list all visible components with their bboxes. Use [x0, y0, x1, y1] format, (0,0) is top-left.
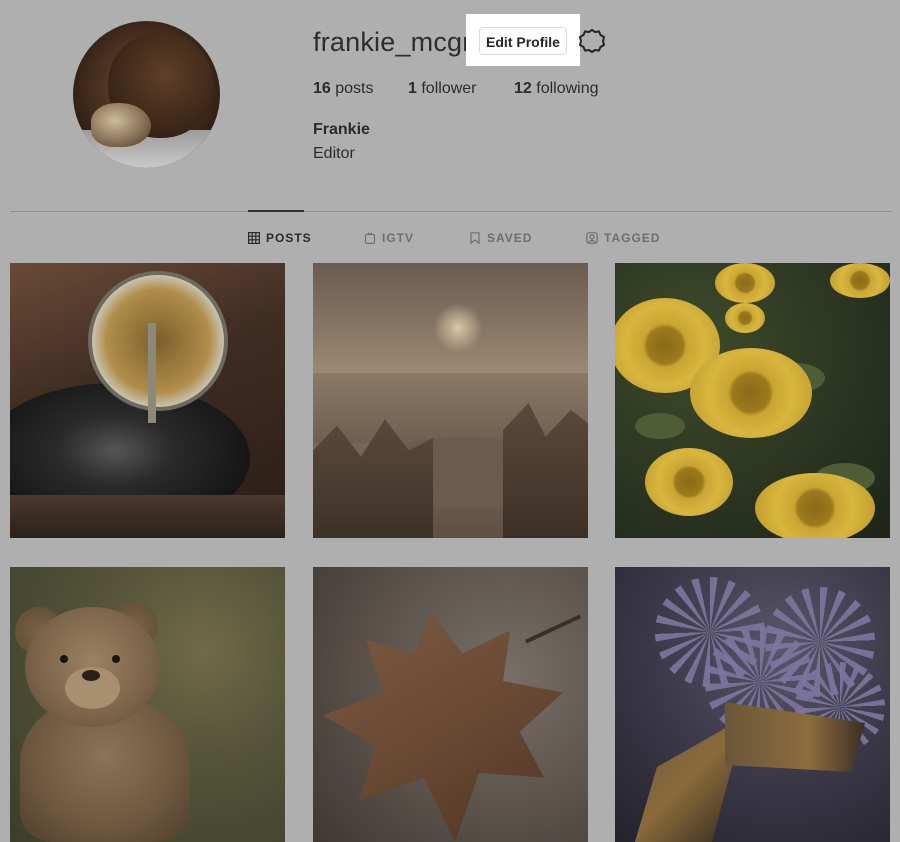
active-tab-indicator	[248, 210, 304, 212]
profile-avatar[interactable]	[73, 21, 220, 168]
post-thumbnail-misty-landscape[interactable]	[313, 263, 588, 538]
tab-tagged[interactable]: TAGGED	[586, 230, 660, 246]
edit-profile-button[interactable]: Edit Profile	[479, 27, 567, 55]
flower	[725, 303, 765, 333]
following-stat[interactable]: 12 following	[514, 80, 599, 98]
tab-igtv-label: IGTV	[382, 231, 415, 245]
gear-icon[interactable]	[579, 28, 605, 54]
avatar-bear-paw	[91, 103, 151, 147]
grid-icon	[248, 232, 260, 244]
tagged-icon	[586, 232, 598, 244]
tonearm	[148, 323, 156, 423]
bookmark-icon	[470, 232, 480, 244]
gramophone-base	[10, 495, 285, 538]
followers-count: 1	[408, 80, 417, 97]
profile-full-name: Frankie	[313, 121, 370, 138]
followers-label: follower	[421, 80, 477, 97]
post-thumbnail-teddy-bear[interactable]	[10, 567, 285, 842]
tab-posts-label: POSTS	[266, 231, 312, 245]
post-thumbnail-yellow-flowers[interactable]	[615, 263, 890, 538]
tab-saved[interactable]: SAVED	[469, 230, 532, 246]
maple-leaf	[323, 612, 563, 842]
posts-stat[interactable]: 16 posts	[313, 80, 374, 98]
profile-bio: Editor	[313, 145, 355, 162]
posts-count: 16	[313, 80, 331, 97]
profile-username: frankie_mcgr	[313, 27, 472, 57]
gramophone-soundbox	[88, 271, 228, 411]
post-thumbnail-gramophone[interactable]	[10, 263, 285, 538]
tab-posts[interactable]: POSTS	[248, 230, 312, 246]
tab-igtv[interactable]: IGTV	[364, 230, 414, 246]
igtv-icon	[364, 232, 376, 244]
tab-saved-label: SAVED	[487, 231, 533, 245]
post-thumbnail-butterfly[interactable]	[615, 567, 890, 842]
bear-eye-left	[60, 655, 68, 663]
flower	[755, 473, 875, 538]
tab-tagged-label: TAGGED	[604, 231, 661, 245]
following-count: 12	[514, 80, 532, 97]
following-label: following	[536, 80, 599, 97]
followers-stat[interactable]: 1 follower	[408, 80, 477, 98]
flower	[645, 448, 733, 516]
flower	[830, 263, 890, 298]
flower	[715, 263, 775, 303]
misty-water	[313, 373, 588, 443]
branch	[524, 614, 582, 644]
bear-eye-right	[112, 655, 120, 663]
post-thumbnail-autumn-leaf[interactable]	[313, 567, 588, 842]
bear-nose	[82, 670, 100, 681]
posts-label: posts	[335, 80, 374, 97]
tabs-divider	[10, 211, 892, 212]
leaf	[635, 413, 685, 439]
hazy-sun	[433, 303, 483, 353]
flower	[690, 348, 812, 438]
